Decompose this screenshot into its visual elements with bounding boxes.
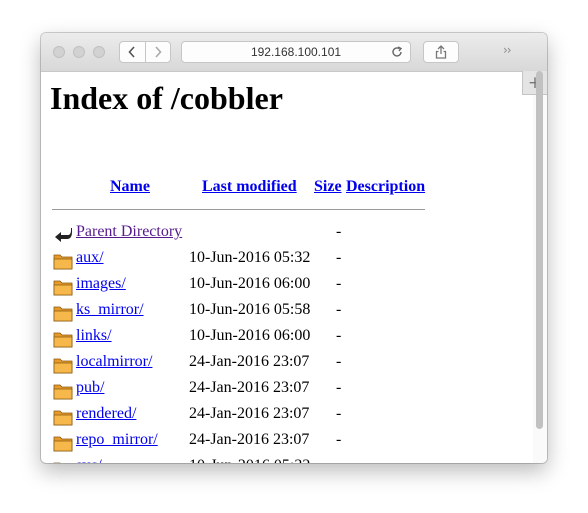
last-modified-value: 24-Jan-2016 23:07 bbox=[189, 405, 310, 422]
directory-row: svc/10-Jun-2016 05:32 - bbox=[41, 457, 533, 463]
size-value: - bbox=[336, 301, 342, 318]
last-modified-value: 24-Jan-2016 23:07 bbox=[189, 431, 310, 448]
last-modified-value: 24-Jan-2016 23:07 bbox=[189, 379, 310, 396]
directory-row: images/10-Jun-2016 06:00 - bbox=[41, 275, 533, 297]
size-value: - bbox=[336, 431, 342, 448]
directory-link[interactable]: repo_mirror/ bbox=[76, 431, 158, 449]
folder-icon bbox=[53, 329, 73, 349]
size-value: - bbox=[336, 327, 342, 344]
column-header-size[interactable]: Size bbox=[314, 178, 342, 196]
folder-icon bbox=[53, 381, 73, 401]
folder-icon bbox=[53, 459, 73, 463]
size-value: - bbox=[336, 275, 342, 292]
last-modified-value: 10-Jun-2016 06:00 bbox=[189, 327, 311, 344]
last-modified-value: 24-Jan-2016 23:07 bbox=[189, 353, 310, 370]
zoom-window-button[interactable] bbox=[93, 46, 105, 58]
directory-link[interactable]: ks_mirror/ bbox=[76, 301, 144, 319]
share-icon bbox=[435, 45, 447, 59]
reload-button[interactable] bbox=[390, 45, 404, 62]
folder-icon bbox=[53, 303, 73, 323]
parent-directory-row: Parent Directory - bbox=[41, 223, 533, 245]
forward-button[interactable] bbox=[144, 42, 171, 62]
folder-icon bbox=[53, 355, 73, 375]
page-title: Index of /cobbler bbox=[50, 80, 283, 116]
size-value: - bbox=[336, 379, 342, 396]
browser-toolbar: 192.168.100.101 ›› bbox=[41, 33, 547, 72]
last-modified-value: 10-Jun-2016 05:58 bbox=[189, 301, 311, 318]
back-arrow-icon bbox=[53, 225, 73, 245]
size-value: - bbox=[336, 457, 341, 463]
navigation-buttons bbox=[119, 41, 171, 63]
scrollbar-thumb[interactable] bbox=[536, 71, 543, 429]
directory-link[interactable]: localmirror/ bbox=[76, 353, 152, 371]
chevron-left-icon bbox=[128, 46, 135, 58]
back-button[interactable] bbox=[120, 42, 145, 62]
chevron-double-right-icon[interactable]: ›› bbox=[503, 43, 512, 57]
last-modified-value: 10-Jun-2016 05:32 bbox=[189, 457, 310, 463]
size-value: - bbox=[336, 405, 342, 422]
size-value: - bbox=[336, 249, 342, 266]
directory-link[interactable]: rendered/ bbox=[76, 405, 136, 423]
browser-window: 192.168.100.101 ›› + Index of /cobbler N… bbox=[41, 33, 547, 463]
directory-link[interactable]: links/ bbox=[76, 327, 112, 345]
directory-row: links/10-Jun-2016 06:00 - bbox=[41, 327, 533, 349]
directory-row: aux/10-Jun-2016 05:32 - bbox=[41, 249, 533, 271]
column-header-description[interactable]: Description bbox=[346, 178, 425, 196]
folder-icon bbox=[53, 251, 73, 271]
address-bar[interactable]: 192.168.100.101 bbox=[181, 41, 411, 63]
folder-icon bbox=[53, 407, 73, 427]
header-divider bbox=[52, 209, 425, 210]
column-header-last-modified[interactable]: Last modified bbox=[202, 178, 297, 196]
parent-directory-link[interactable]: Parent Directory bbox=[76, 223, 182, 241]
minimize-window-button[interactable] bbox=[73, 46, 85, 58]
last-modified-value: 10-Jun-2016 05:32 bbox=[189, 249, 311, 266]
last-modified-value: 10-Jun-2016 06:00 bbox=[189, 275, 311, 292]
directory-link[interactable]: svc/ bbox=[76, 457, 102, 463]
page-content: Index of /cobbler Name Last modified Siz… bbox=[41, 72, 533, 463]
directory-row: localmirror/24-Jan-2016 23:07 - bbox=[41, 353, 533, 375]
size-value: - bbox=[336, 353, 342, 370]
address-text: 192.168.100.101 bbox=[250, 45, 342, 59]
directory-row: ks_mirror/10-Jun-2016 05:58 - bbox=[41, 301, 533, 323]
reload-icon bbox=[392, 46, 403, 57]
share-button[interactable] bbox=[423, 41, 459, 63]
close-window-button[interactable] bbox=[53, 46, 65, 58]
directory-row: rendered/24-Jan-2016 23:07 - bbox=[41, 405, 533, 427]
directory-link[interactable]: pub/ bbox=[76, 379, 104, 397]
folder-icon bbox=[53, 277, 73, 297]
directory-link[interactable]: images/ bbox=[76, 275, 126, 293]
directory-row: repo_mirror/24-Jan-2016 23:07 - bbox=[41, 431, 533, 453]
directory-row: pub/24-Jan-2016 23:07 - bbox=[41, 379, 533, 401]
folder-icon bbox=[53, 433, 73, 453]
directory-link[interactable]: aux/ bbox=[76, 249, 104, 267]
column-header-name[interactable]: Name bbox=[110, 178, 150, 196]
size-value: - bbox=[336, 223, 342, 240]
chevron-right-icon bbox=[155, 46, 162, 58]
